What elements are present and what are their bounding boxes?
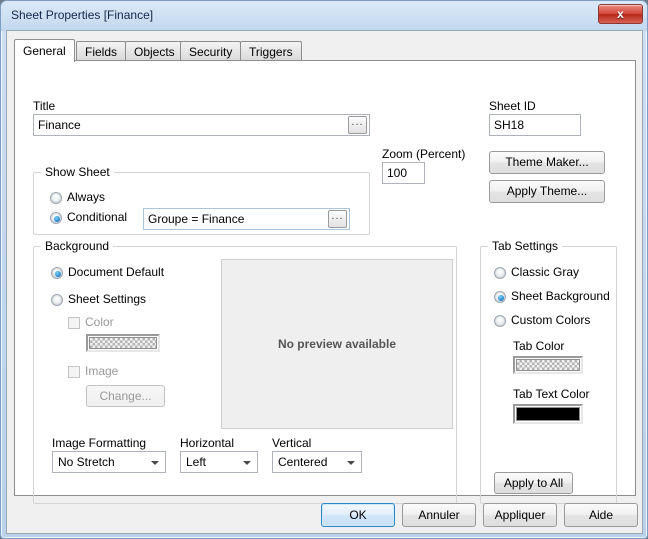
change-image-button[interactable]: Change... [86,385,165,407]
tab-settings-frame [480,246,617,504]
tab-color-label: Tab Color [513,339,565,353]
apply-to-all-button[interactable]: Apply to All [494,472,573,494]
zoom-percent-label: Zoom (Percent) [382,147,466,161]
tab-strip: General Fields Objects Security Triggers [14,39,636,62]
vertical-label: Vertical [272,436,312,450]
button-bar: OK Annuler Appliquer Aide [7,501,642,535]
title-input[interactable]: Finance [33,114,370,136]
sheet-id-input[interactable]: SH18 [489,114,581,136]
dialog-body: General Fields Objects Security Triggers… [6,30,643,534]
condition-browse-button[interactable]: ... [328,210,347,228]
title-bar: Sheet Properties [Finance] x [1,1,647,31]
show-sheet-group: Show Sheet Always Conditional Groupe = F… [33,165,370,235]
tab-settings-group: Tab Settings Classic Gray Sheet Backgrou… [480,239,617,504]
tab-settings-group-label: Tab Settings [488,239,563,253]
tab-text-color-label: Tab Text Color [513,387,590,401]
background-group: Background Document Default Sheet Settin… [33,239,457,504]
tab-color-swatch[interactable] [513,356,583,374]
radio-dot-icon [51,294,63,306]
close-icon: x [617,7,624,21]
cancel-button[interactable]: Annuler [402,503,476,527]
radio-custom-colors-label: Custom Colors [511,313,591,327]
ok-button[interactable]: OK [321,503,395,527]
chevron-down-icon [347,461,355,465]
apply-button[interactable]: Appliquer [483,503,557,527]
radio-show-conditional-label: Conditional [67,210,128,224]
background-preview: No preview available [221,259,453,429]
image-formatting-label: Image Formatting [52,436,147,450]
show-sheet-group-label: Show Sheet [41,165,114,179]
radio-dot-icon [494,315,506,327]
condition-input[interactable]: Groupe = Finance [143,208,350,230]
tab-security[interactable]: Security [180,41,242,61]
tab-text-color-swatch[interactable] [513,404,583,424]
theme-maker-button[interactable]: Theme Maker... [489,151,605,174]
tab-objects[interactable]: Objects [125,41,184,61]
preview-placeholder-text: No preview available [277,337,397,351]
chevron-down-icon [151,461,159,465]
sheet-id-label: Sheet ID [489,99,536,113]
window-title: Sheet Properties [Finance] [11,8,154,22]
tab-general[interactable]: General [14,39,75,62]
radio-dot-icon [50,212,62,224]
horizontal-label: Horizontal [180,436,235,450]
checkbox-box-icon [68,317,80,329]
dialog-window: Sheet Properties [Finance] x General Fie… [0,0,648,539]
help-button[interactable]: Aide [564,503,638,527]
close-button[interactable]: x [598,4,643,24]
radio-classic-gray-label: Classic Gray [511,265,580,279]
zoom-percent-input[interactable]: 100 [382,162,425,184]
title-label: Title [33,99,56,113]
vertical-value: Centered [278,455,328,469]
radio-sheet-background-label: Sheet Background [511,289,610,303]
title-browse-button[interactable]: ... [348,116,367,134]
radio-sheet-settings-label: Sheet Settings [68,292,147,306]
checkbox-background-image-label: Image [85,364,119,378]
image-formatting-select[interactable]: No Stretch [52,451,166,473]
checkbox-background-color-label: Color [85,315,114,329]
radio-dot-icon [494,291,506,303]
checkbox-box-icon [68,366,80,378]
apply-theme-button[interactable]: Apply Theme... [489,180,605,203]
image-formatting-value: No Stretch [58,455,115,469]
background-group-label: Background [41,239,114,253]
chevron-down-icon [243,461,251,465]
tab-page-general: Title Finance ... Sheet ID SH18 Zoom (Pe… [14,60,636,504]
tab-fields[interactable]: Fields [76,41,127,61]
radio-show-always-label: Always [67,190,106,204]
background-color-swatch[interactable] [86,334,160,352]
tab-triggers[interactable]: Triggers [240,41,302,61]
radio-dot-icon [494,267,506,279]
horizontal-value: Left [186,455,207,469]
radio-dot-icon [50,192,62,204]
swatch-fill [516,359,580,371]
horizontal-select[interactable]: Left [180,451,258,473]
vertical-select[interactable]: Centered [272,451,362,473]
radio-dot-icon [51,267,63,279]
swatch-fill [516,407,580,421]
swatch-fill [89,337,157,349]
radio-document-default-label: Document Default [68,265,165,279]
